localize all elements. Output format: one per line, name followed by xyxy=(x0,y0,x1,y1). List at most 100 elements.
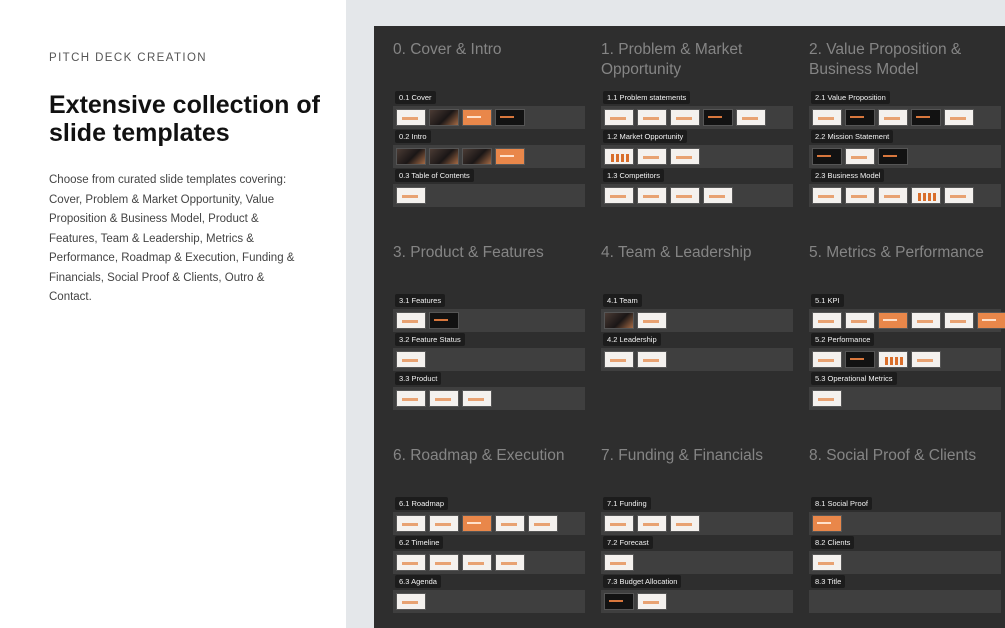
slide-template-thumbnail[interactable] xyxy=(637,351,667,368)
slide-template-thumbnail[interactable] xyxy=(637,109,667,126)
template-section: 0.3 Table of Contents xyxy=(393,169,585,218)
slide-template-thumbnail[interactable] xyxy=(703,109,733,126)
slide-template-thumbnail[interactable] xyxy=(604,554,634,571)
slide-template-thumbnail[interactable] xyxy=(812,109,842,126)
slide-template-thumbnail[interactable] xyxy=(396,515,426,532)
slide-template-thumbnail[interactable] xyxy=(495,554,525,571)
section-label: 1.2 Market Opportunity xyxy=(603,130,688,143)
thumbnail-strip xyxy=(809,590,1001,613)
slide-template-thumbnail[interactable] xyxy=(462,109,492,126)
section-label: 4.1 Team xyxy=(603,294,642,307)
thumbnail-strip xyxy=(393,184,585,207)
slide-template-thumbnail[interactable] xyxy=(637,187,667,204)
category-title: 4. Team & Leadership xyxy=(601,244,752,261)
slide-template-thumbnail[interactable] xyxy=(845,351,875,368)
slide-template-thumbnail[interactable] xyxy=(878,312,908,329)
slide-template-thumbnail[interactable] xyxy=(528,515,558,532)
slide-template-thumbnail[interactable] xyxy=(812,554,842,571)
section-label: 7.2 Forecast xyxy=(603,536,653,549)
slide-template-thumbnail[interactable] xyxy=(977,312,1005,329)
thumbnail-strip xyxy=(393,309,585,332)
slide-template-thumbnail[interactable] xyxy=(604,351,634,368)
slide-template-thumbnail[interactable] xyxy=(944,312,974,329)
slide-template-thumbnail[interactable] xyxy=(911,109,941,126)
slide-template-thumbnail[interactable] xyxy=(462,554,492,571)
slide-template-thumbnail[interactable] xyxy=(670,148,700,165)
category-title: 1. Problem & Market Opportunity xyxy=(601,41,743,78)
slide-template-thumbnail[interactable] xyxy=(396,148,426,165)
section-label: 8.1 Social Proof xyxy=(811,497,872,510)
slide-template-thumbnail[interactable] xyxy=(845,109,875,126)
slide-template-thumbnail[interactable] xyxy=(812,351,842,368)
slide-template-thumbnail[interactable] xyxy=(812,515,842,532)
slide-template-thumbnail[interactable] xyxy=(878,187,908,204)
slide-template-thumbnail[interactable] xyxy=(670,187,700,204)
slide-template-thumbnail[interactable] xyxy=(670,109,700,126)
slide-template-thumbnail[interactable] xyxy=(604,187,634,204)
slide-template-thumbnail[interactable] xyxy=(878,109,908,126)
page-title: Extensive collection of slide templates xyxy=(49,91,320,147)
slide-template-thumbnail[interactable] xyxy=(396,312,426,329)
slide-template-thumbnail[interactable] xyxy=(845,312,875,329)
slide-template-thumbnail[interactable] xyxy=(812,187,842,204)
slide-template-thumbnail[interactable] xyxy=(396,187,426,204)
template-section: 6.3 Agenda xyxy=(393,575,585,624)
slide-template-thumbnail[interactable] xyxy=(670,515,700,532)
slide-template-thumbnail[interactable] xyxy=(637,593,667,610)
thumbnail-strip xyxy=(393,387,585,410)
category-title: 8. Social Proof & Clients xyxy=(809,447,977,464)
slide-template-thumbnail[interactable] xyxy=(495,109,525,126)
thumbnail-strip xyxy=(809,184,1001,207)
template-section: 3.3 Product xyxy=(393,372,585,421)
slide-template-thumbnail[interactable] xyxy=(911,351,941,368)
slide-template-thumbnail[interactable] xyxy=(845,187,875,204)
slide-template-thumbnail[interactable] xyxy=(396,109,426,126)
template-section: 8.3 Title xyxy=(809,575,1001,624)
eyebrow-label: PITCH DECK CREATION xyxy=(49,52,208,64)
thumbnail-strip xyxy=(601,590,793,613)
slide-template-thumbnail[interactable] xyxy=(944,109,974,126)
slide-template-thumbnail[interactable] xyxy=(396,390,426,407)
section-label: 3.1 Features xyxy=(395,294,446,307)
thumbnail-strip xyxy=(393,590,585,613)
slide-template-thumbnail[interactable] xyxy=(462,390,492,407)
slide-template-thumbnail[interactable] xyxy=(396,554,426,571)
slide-template-thumbnail[interactable] xyxy=(812,148,842,165)
slide-template-thumbnail[interactable] xyxy=(637,312,667,329)
slide-template-thumbnail[interactable] xyxy=(911,187,941,204)
slide-template-thumbnail[interactable] xyxy=(429,148,459,165)
section-label: 7.1 Funding xyxy=(603,497,651,510)
slide-template-thumbnail[interactable] xyxy=(495,515,525,532)
slide-template-thumbnail[interactable] xyxy=(878,148,908,165)
slide-template-thumbnail[interactable] xyxy=(429,515,459,532)
slide-template-thumbnail[interactable] xyxy=(429,312,459,329)
slide-template-thumbnail[interactable] xyxy=(944,187,974,204)
slide-template-thumbnail[interactable] xyxy=(604,312,634,329)
slide-template-thumbnail[interactable] xyxy=(396,351,426,368)
slide-template-thumbnail[interactable] xyxy=(604,515,634,532)
slide-template-thumbnail[interactable] xyxy=(429,554,459,571)
slide-template-thumbnail[interactable] xyxy=(703,187,733,204)
slide-template-thumbnail[interactable] xyxy=(604,148,634,165)
category-title: 7. Funding & Financials xyxy=(601,447,763,464)
thumbnail-strip xyxy=(809,387,1001,410)
slide-template-thumbnail[interactable] xyxy=(604,593,634,610)
slide-template-thumbnail[interactable] xyxy=(495,148,525,165)
slide-template-thumbnail[interactable] xyxy=(736,109,766,126)
slide-template-thumbnail[interactable] xyxy=(812,390,842,407)
slide-template-thumbnail[interactable] xyxy=(396,593,426,610)
slide-template-thumbnail[interactable] xyxy=(462,515,492,532)
slide-template-thumbnail[interactable] xyxy=(637,515,667,532)
section-label: 4.2 Leadership xyxy=(603,333,661,346)
slide-template-thumbnail[interactable] xyxy=(429,390,459,407)
slide-template-thumbnail[interactable] xyxy=(637,148,667,165)
slide-template-thumbnail[interactable] xyxy=(604,109,634,126)
slide-template-thumbnail[interactable] xyxy=(845,148,875,165)
slide-template-thumbnail[interactable] xyxy=(812,312,842,329)
slide-template-thumbnail[interactable] xyxy=(462,148,492,165)
thumbnail-strip xyxy=(601,309,793,332)
slide-template-thumbnail[interactable] xyxy=(878,351,908,368)
slide-template-thumbnail[interactable] xyxy=(429,109,459,126)
category-title: 6. Roadmap & Execution xyxy=(393,447,565,464)
slide-template-thumbnail[interactable] xyxy=(911,312,941,329)
